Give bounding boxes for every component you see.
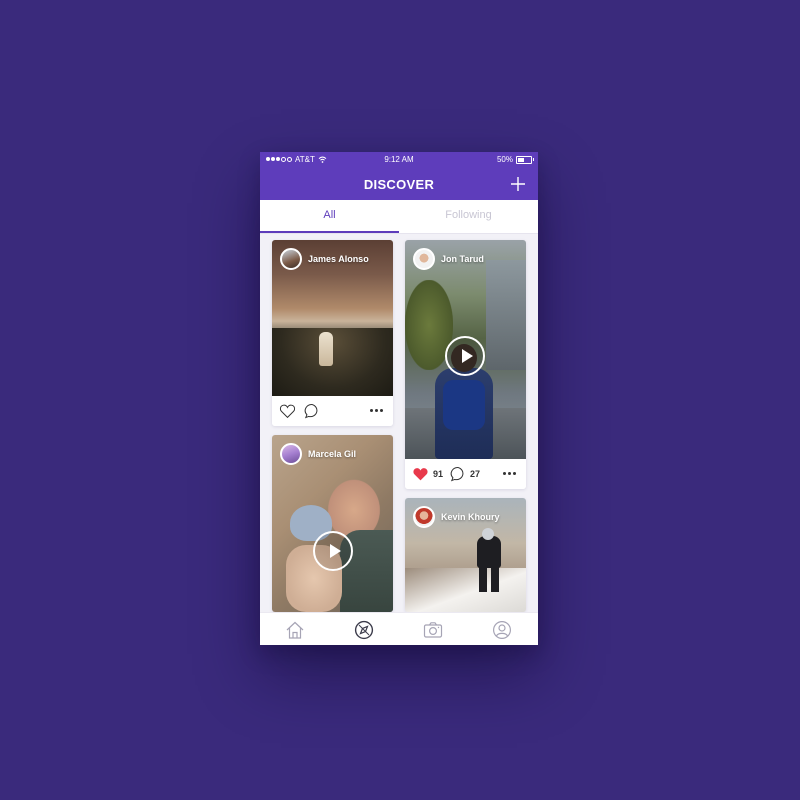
avatar[interactable]	[280, 443, 302, 465]
climber-leg	[479, 566, 487, 592]
profile-icon[interactable]	[492, 620, 512, 640]
feed-tabs: All Following	[260, 200, 538, 234]
post-card[interactable]: Marcela Gil	[272, 435, 393, 612]
camera-icon[interactable]	[423, 620, 443, 640]
post-actions: 91 27	[405, 459, 526, 489]
play-button[interactable]	[445, 336, 485, 376]
page-title: DISCOVER	[363, 177, 435, 192]
more-options-icon[interactable]	[370, 409, 383, 412]
tab-following[interactable]: Following	[399, 200, 538, 233]
author-name[interactable]: Kevin Khoury	[441, 512, 500, 522]
heart-icon	[279, 404, 296, 419]
post-card[interactable]: James Alonso	[272, 240, 393, 426]
building	[486, 260, 526, 370]
home-icon[interactable]	[285, 620, 305, 640]
add-icon[interactable]	[510, 176, 526, 192]
avatar[interactable]	[413, 506, 435, 528]
cloaked-figure	[319, 332, 333, 366]
battery-percent: 50%	[496, 155, 513, 164]
more-options-icon[interactable]	[503, 472, 516, 475]
nav-bar: DISCOVER	[260, 168, 538, 200]
author-name[interactable]: Jon Tarud	[441, 254, 484, 264]
blue-backpack	[443, 380, 485, 430]
snow-ridge	[405, 568, 526, 612]
post-card[interactable]: Kevin Khoury	[405, 498, 526, 612]
like-count: 91	[433, 469, 444, 479]
phone-screen: AT&T 9:12 AM 50% DISCOVER All Following	[260, 152, 538, 645]
tab-all[interactable]: All	[260, 200, 399, 233]
comment-button[interactable]	[304, 403, 320, 419]
like-button[interactable]: 91	[412, 466, 443, 482]
play-button[interactable]	[313, 531, 353, 571]
post-actions	[272, 396, 393, 426]
avatar[interactable]	[280, 248, 302, 270]
comment-icon	[304, 403, 318, 419]
comment-icon	[450, 466, 464, 482]
post-author[interactable]: James Alonso	[280, 248, 369, 270]
battery-icon	[516, 155, 534, 164]
post-author[interactable]: Kevin Khoury	[413, 506, 500, 528]
comment-button[interactable]: 27	[450, 466, 480, 482]
bottom-tab-bar	[260, 612, 538, 645]
post-author[interactable]: Marcela Gil	[280, 443, 356, 465]
author-name[interactable]: James Alonso	[308, 254, 369, 264]
climber-leg	[491, 566, 499, 592]
status-bar: AT&T 9:12 AM 50%	[260, 152, 538, 168]
climber-helmet	[482, 528, 494, 540]
like-button[interactable]	[279, 403, 296, 419]
discover-icon[interactable]	[354, 620, 374, 640]
comment-count: 27	[470, 469, 481, 479]
post-author[interactable]: Jon Tarud	[413, 248, 484, 270]
heart-filled-icon	[413, 468, 428, 481]
climber-body	[477, 536, 501, 568]
post-card[interactable]: Jon Tarud 91 27	[405, 240, 526, 489]
author-name[interactable]: Marcela Gil	[308, 449, 356, 459]
avatar[interactable]	[413, 248, 435, 270]
